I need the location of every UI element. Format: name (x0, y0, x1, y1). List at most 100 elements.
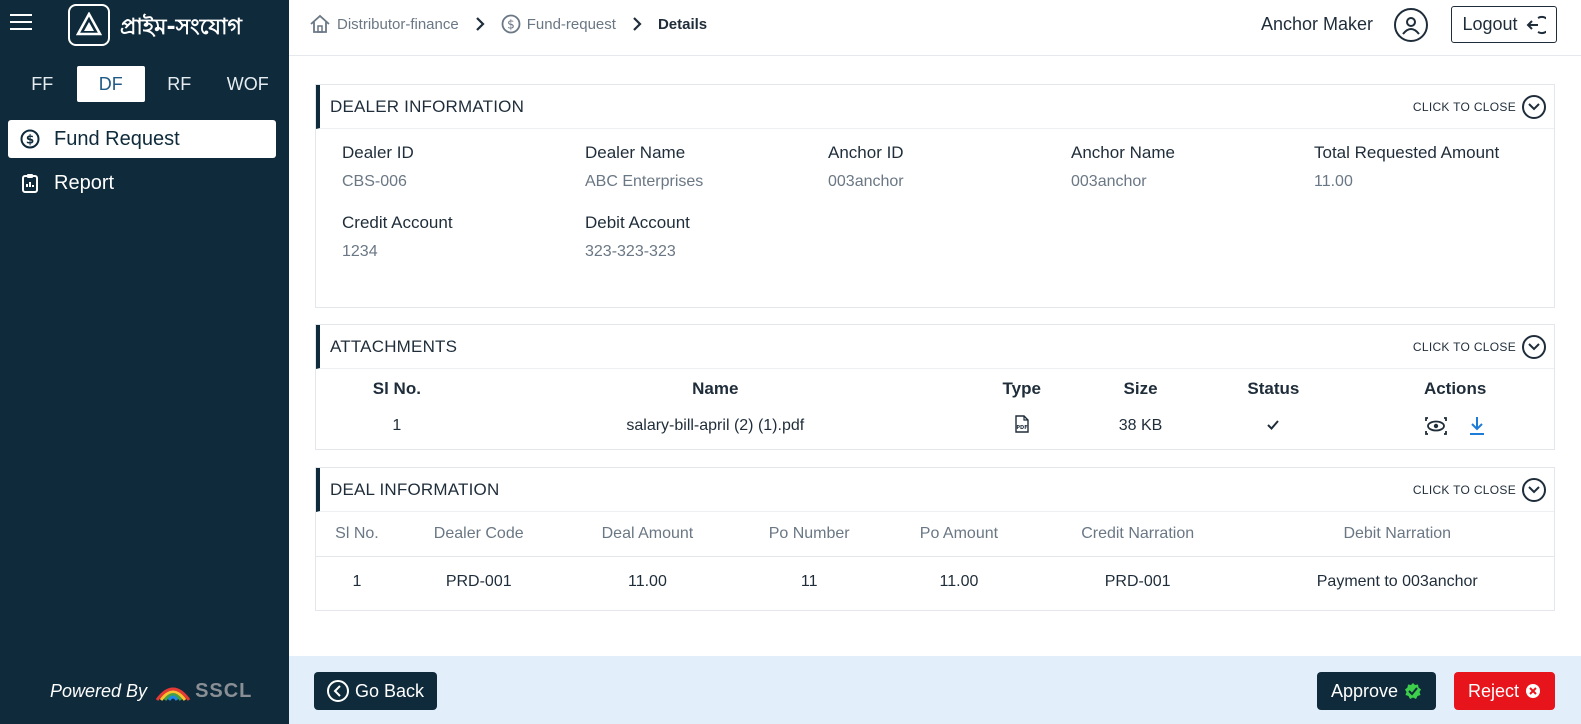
home-icon (309, 14, 331, 34)
column-header: Dealer Code (397, 512, 560, 557)
brand-name: প্রাইম-সংযোগ (120, 15, 242, 40)
check-icon (1267, 417, 1280, 434)
deal-dealer-code: PRD-001 (445, 573, 512, 591)
deal-information-card: DEAL INFORMATION CLICK TO CLOSE Sl No. D… (315, 467, 1555, 611)
breadcrumb-label: Distributor-finance (337, 15, 459, 33)
dealer-information-header: DEALER INFORMATION CLICK TO CLOSE (316, 85, 1554, 129)
user-avatar-icon[interactable] (1394, 8, 1428, 42)
dealer-information-toggle[interactable]: CLICK TO CLOSE (1413, 95, 1546, 119)
download-icon[interactable] (1469, 416, 1485, 436)
table-header-row: Sl No. Name Type Size Status Actions (316, 369, 1554, 409)
approve-button[interactable]: Approve (1317, 672, 1436, 710)
breadcrumb-item-details: Details (658, 16, 707, 33)
toggle-label: CLICK TO CLOSE (1412, 340, 1516, 354)
breadcrumb-item-fund-request[interactable]: $ Fund-request (501, 14, 616, 34)
product-tabs: FF DF RF WOF (8, 66, 282, 102)
attachment-sl: 1 (392, 417, 402, 434)
close-circle-icon (1525, 683, 1541, 699)
column-header: Status (1247, 379, 1300, 398)
breadcrumb-label: Details (657, 15, 708, 33)
arrow-left-icon (326, 680, 349, 702)
dealer-information-grid: Dealer ID CBS-006 Dealer Name ABC Enterp… (316, 129, 1554, 273)
main-content: DEALER INFORMATION CLICK TO CLOSE Dealer… (289, 56, 1581, 656)
sidebar-item-fund-request[interactable]: $ Fund Request (8, 120, 276, 158)
field-value: 11.00 (1314, 173, 1353, 190)
go-back-label: Go Back (354, 680, 425, 701)
sscl-logo-text: SSCL (195, 680, 253, 702)
tab-df[interactable]: DF (76, 66, 145, 102)
go-back-button[interactable]: Go Back (314, 672, 437, 710)
logout-button[interactable]: Logout (1451, 6, 1557, 43)
logout-icon (1526, 15, 1546, 35)
check-badge-icon (1404, 682, 1422, 700)
anchor-id-field: Anchor ID 003anchor (828, 143, 1071, 191)
rainbow-logo-icon (155, 687, 191, 701)
breadcrumb: Distributor-finance $ Fund-request Detai… (309, 14, 707, 34)
sidebar-item-report[interactable]: Report (8, 164, 276, 202)
column-header: Sl No. (316, 512, 398, 557)
clipboard-icon (20, 173, 40, 193)
column-header: Debit Narration (1240, 512, 1554, 557)
breadcrumb-item-distributor-finance[interactable]: Distributor-finance (309, 14, 459, 34)
field-label: Total Requested Amount (1314, 143, 1500, 162)
deal-amount: 11.00 (628, 573, 667, 591)
total-requested-amount-field: Total Requested Amount 11.00 (1314, 143, 1534, 191)
field-value: 003anchor (828, 173, 904, 190)
column-header: Size (1123, 379, 1158, 398)
reject-button[interactable]: Reject (1454, 672, 1555, 710)
view-icon[interactable] (1424, 417, 1447, 435)
sidebar-nav: $ Fund Request Report (8, 120, 276, 208)
field-value: 1234 (342, 243, 378, 260)
column-header: Sl No. (372, 379, 421, 398)
reject-label: Reject (1467, 680, 1520, 701)
attachment-size: 38 KB (1118, 417, 1163, 434)
tab-wof[interactable]: WOF (214, 66, 283, 102)
anchor-name-field: Anchor Name 003anchor (1071, 143, 1314, 191)
chevron-down-icon (1522, 335, 1546, 359)
deal-sl: 1 (352, 573, 362, 591)
toggle-label: CLICK TO CLOSE (1412, 100, 1516, 114)
hamburger-icon[interactable] (10, 14, 32, 34)
breadcrumb-label: Fund-request (526, 15, 616, 33)
attachments-table: Sl No. Name Type Size Status Actions 1 s… (316, 369, 1554, 443)
deal-po-amount: 11.00 (939, 573, 979, 591)
field-value: 003anchor (1071, 173, 1147, 190)
field-label: Dealer ID (342, 143, 414, 162)
deal-information-header: DEAL INFORMATION CLICK TO CLOSE (316, 468, 1554, 512)
dealer-information-card: DEALER INFORMATION CLICK TO CLOSE Dealer… (315, 84, 1555, 308)
field-label: Anchor ID (828, 143, 904, 162)
field-label: Anchor Name (1071, 143, 1175, 162)
logout-label: Logout (1462, 14, 1518, 34)
sidebar-item-label: Fund Request (54, 127, 180, 150)
deal-credit-narration: PRD-001 (1104, 573, 1171, 591)
field-label: Dealer Name (585, 143, 686, 162)
top-header: Distributor-finance $ Fund-request Detai… (289, 0, 1581, 56)
powered-by: Powered By SSCL (50, 680, 252, 703)
field-label: Credit Account (342, 213, 453, 232)
attachments-toggle[interactable]: CLICK TO CLOSE (1413, 335, 1546, 359)
deal-information-toggle[interactable]: CLICK TO CLOSE (1413, 478, 1546, 502)
tab-rf[interactable]: RF (145, 66, 214, 102)
pdf-icon: PDF (1014, 414, 1030, 437)
column-header: Name (692, 379, 739, 398)
tab-ff[interactable]: FF (8, 66, 77, 102)
attachments-header: ATTACHMENTS CLICK TO CLOSE (316, 325, 1554, 369)
approve-label: Approve (1330, 680, 1399, 701)
attachment-name: salary-bill-april (2) (1).pdf (626, 417, 805, 434)
dollar-circle-icon: $ (20, 129, 40, 149)
svg-text:$: $ (507, 18, 515, 32)
chevron-down-icon (1522, 95, 1546, 119)
field-value: CBS-006 (342, 173, 407, 190)
deal-information-table: Sl No. Dealer Code Deal Amount Po Number… (316, 512, 1554, 608)
card-title: ATTACHMENTS (330, 336, 458, 356)
sidebar-header: প্রাইম-সংযোগ (0, 0, 289, 54)
table-header-row: Sl No. Dealer Code Deal Amount Po Number… (316, 512, 1554, 557)
column-header: Type (1002, 379, 1041, 398)
chevron-right-icon (632, 17, 642, 31)
table-row: 1 PRD-001 11.00 11 11.00 PRD-001 Payment… (316, 556, 1554, 608)
card-title: DEAL INFORMATION (330, 479, 500, 499)
attachment-status (1190, 409, 1356, 443)
sidebar-item-label: Report (54, 171, 115, 194)
deal-po-number: 11 (800, 573, 818, 591)
column-header: Actions (1423, 379, 1487, 398)
